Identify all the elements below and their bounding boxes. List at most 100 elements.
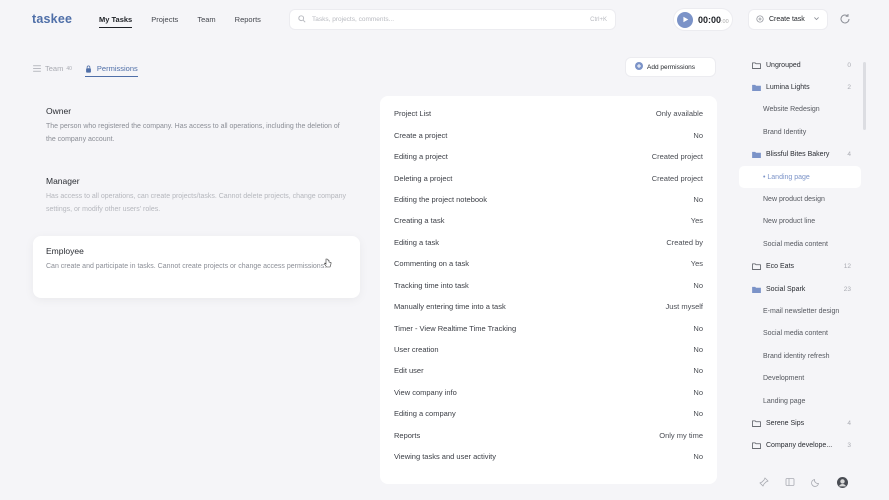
- folder-icon: [752, 84, 761, 92]
- permission-value[interactable]: Just myself: [665, 302, 703, 311]
- permission-name: User creation: [394, 345, 439, 355]
- permission-row[interactable]: Tracking time into task No: [394, 275, 703, 296]
- permission-value[interactable]: Yes: [691, 216, 703, 225]
- permission-row[interactable]: Editing a company No: [394, 403, 703, 424]
- sidebar-item-brand-identity-refresh[interactable]: Brand identity refresh: [739, 345, 861, 367]
- permission-value[interactable]: Only my time: [659, 431, 703, 440]
- moon-icon[interactable]: [811, 477, 821, 490]
- permission-row[interactable]: Editing the project notebook No: [394, 189, 703, 210]
- search-input[interactable]: Tasks, projects, comments... Ctrl+K: [289, 9, 616, 30]
- app-logo[interactable]: taskee: [32, 12, 72, 26]
- permission-value[interactable]: Only available: [656, 109, 703, 118]
- sidebar-folder-company-development[interactable]: Company develope... 3: [739, 435, 861, 457]
- create-task-label: Create task: [769, 16, 805, 23]
- sidebar-item-label: Website Redesign: [763, 106, 820, 114]
- sidebar-item-social-media-content[interactable]: Social media content: [739, 323, 861, 345]
- play-icon[interactable]: [677, 11, 693, 28]
- sidebar-item-count: 4: [847, 151, 851, 159]
- sidebar-folder-blissful-bites[interactable]: Blissful Bites Bakery 4: [739, 144, 861, 166]
- permission-row[interactable]: Editing a project Created project: [394, 146, 703, 167]
- role-owner[interactable]: Owner The person who registered the comp…: [33, 96, 360, 158]
- permission-name: Commenting on a task: [394, 259, 470, 269]
- refresh-icon[interactable]: [838, 12, 852, 28]
- sidebar-item-new-product-design[interactable]: New product design: [739, 188, 861, 210]
- permission-value[interactable]: Created by: [666, 238, 703, 247]
- sidebar-item-website-redesign[interactable]: Website Redesign: [739, 99, 861, 121]
- sidebar-item-count: 23: [843, 285, 851, 293]
- sidebar-item-label: Serene Sips: [766, 419, 805, 427]
- sidebar-item-label: • Landing page: [763, 173, 810, 181]
- sidebar-item-brand-identity[interactable]: Brand Identity: [739, 121, 861, 143]
- create-task-button[interactable]: Create task: [748, 9, 828, 30]
- permission-name: Tracking time into task: [394, 280, 469, 290]
- permission-value[interactable]: No: [693, 281, 703, 290]
- sidebar-item-email-newsletter[interactable]: E-mail newsletter design: [739, 300, 861, 322]
- sidebar-item-label: Brand Identity: [763, 128, 807, 136]
- permission-row[interactable]: Viewing tasks and user activity No: [394, 446, 703, 467]
- permission-row[interactable]: Project List Only available: [394, 103, 703, 124]
- sidebar-folder-lumina-lights[interactable]: Lumina Lights 2: [739, 76, 861, 98]
- layout-icon[interactable]: [785, 477, 795, 490]
- sidebar-item-landing-page[interactable]: Landing page: [739, 390, 861, 412]
- permission-name: Deleting a project: [394, 173, 453, 183]
- permission-value[interactable]: No: [693, 345, 703, 354]
- permission-value[interactable]: Created project: [652, 152, 703, 161]
- tab-permissions[interactable]: Permissions: [84, 64, 138, 77]
- permission-value[interactable]: No: [693, 131, 703, 140]
- folder-outline-icon: [752, 442, 761, 450]
- nav-my-tasks[interactable]: My Tasks: [99, 15, 133, 28]
- sidebar-item-label: Company develope...: [766, 442, 833, 450]
- add-permissions-button[interactable]: Add permissions: [625, 57, 716, 77]
- sidebar-item-count: 3: [847, 442, 851, 450]
- sidebar-item-landing-page-active[interactable]: • Landing page: [739, 165, 861, 189]
- role-employee[interactable]: Employee Can create and participate in t…: [33, 236, 360, 298]
- permission-row[interactable]: Timer - View Realtime Time Tracking No: [394, 317, 703, 338]
- permission-row[interactable]: View company info No: [394, 382, 703, 403]
- search-icon: [298, 14, 306, 25]
- permission-name: Project List: [394, 109, 432, 119]
- avatar[interactable]: [837, 477, 848, 490]
- sidebar-scrollbar[interactable]: [863, 62, 866, 130]
- permission-value[interactable]: No: [693, 409, 703, 418]
- sidebar-item-new-product-line[interactable]: New product line: [739, 211, 861, 233]
- sidebar-item-count: 12: [843, 263, 851, 271]
- permission-row[interactable]: Editing a task Created by: [394, 232, 703, 253]
- roles-list: Owner The person who registered the comp…: [33, 96, 360, 306]
- tab-team[interactable]: Team 40: [33, 64, 72, 73]
- permission-row[interactable]: Commenting on a task Yes: [394, 253, 703, 274]
- main-nav: My Tasks Projects Team Reports: [99, 15, 280, 28]
- permission-name: Timer - View Realtime Time Tracking: [394, 323, 517, 333]
- permission-row[interactable]: Reports Only my time: [394, 425, 703, 446]
- permission-row[interactable]: Deleting a project Created project: [394, 167, 703, 188]
- sidebar-folder-serene-sips[interactable]: Serene Sips 4: [739, 412, 861, 434]
- permission-row[interactable]: Edit user No: [394, 360, 703, 381]
- sidebar-item-label: Blissful Bites Bakery: [766, 151, 830, 159]
- permission-value[interactable]: No: [693, 195, 703, 204]
- sidebar-folder-social-spark[interactable]: Social Spark 23: [739, 278, 861, 300]
- permission-value[interactable]: Yes: [691, 259, 703, 268]
- list-icon: [33, 65, 41, 72]
- permission-value[interactable]: No: [693, 452, 703, 461]
- nav-team[interactable]: Team: [197, 15, 215, 28]
- nav-projects[interactable]: Projects: [151, 15, 178, 28]
- permission-row[interactable]: User creation No: [394, 339, 703, 360]
- folder-icon: [752, 151, 761, 159]
- permission-row[interactable]: Manually entering time into a task Just m…: [394, 296, 703, 317]
- bottom-toolbar: [759, 477, 848, 490]
- add-permissions-label: Add permissions: [647, 63, 696, 71]
- team-tabs: Team 40 Permissions: [33, 62, 138, 77]
- pin-icon[interactable]: [759, 477, 769, 490]
- permission-row[interactable]: Creating a task Yes: [394, 210, 703, 231]
- permission-value[interactable]: Created project: [652, 174, 703, 183]
- permission-value[interactable]: No: [693, 388, 703, 397]
- sidebar-folder-eco-eats[interactable]: Eco Eats 12: [739, 256, 861, 278]
- role-description: Can create and participate in tasks. Can…: [46, 263, 327, 270]
- nav-reports[interactable]: Reports: [235, 15, 261, 28]
- permission-value[interactable]: No: [693, 324, 703, 333]
- permission-row[interactable]: Create a project No: [394, 124, 703, 145]
- sidebar-item-social-media-content[interactable]: Social media content: [739, 233, 861, 255]
- sidebar-folder-ungrouped[interactable]: Ungrouped 0: [739, 54, 861, 76]
- role-manager[interactable]: Manager Has access to all operations, ca…: [33, 166, 360, 228]
- sidebar-item-development[interactable]: Development: [739, 367, 861, 389]
- permission-value[interactable]: No: [693, 366, 703, 375]
